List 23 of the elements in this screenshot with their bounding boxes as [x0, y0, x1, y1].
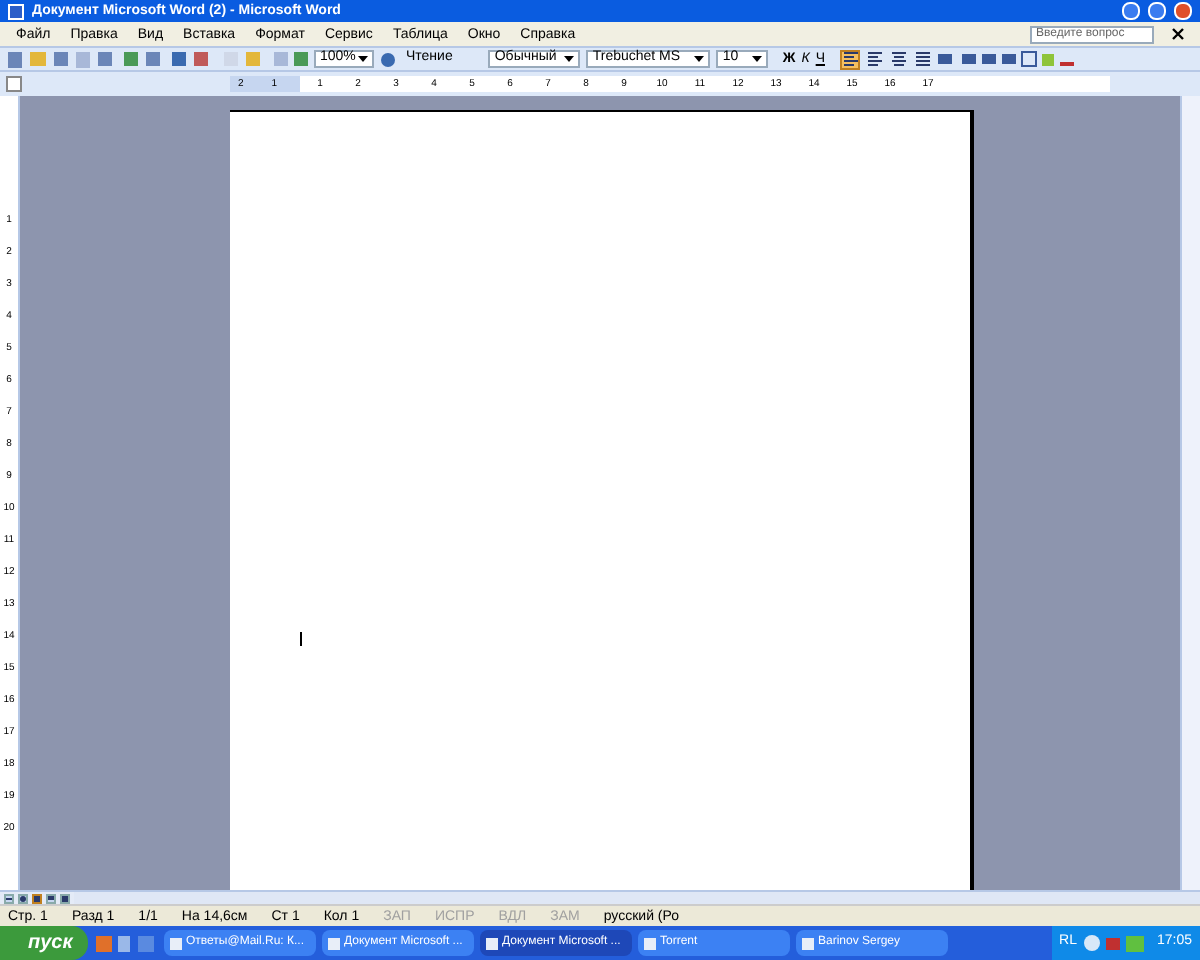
text-cursor	[300, 632, 302, 646]
tray-icons-drawing[interactable]	[1084, 934, 1149, 952]
maximize-button[interactable]	[1148, 2, 1166, 20]
vertical-scrollbar[interactable]	[1180, 96, 1200, 890]
quick-launch-icons-drawing[interactable]	[96, 933, 156, 953]
help-icon[interactable]	[380, 51, 396, 67]
caret-icon	[564, 56, 575, 62]
horizontal-scrollbar[interactable]	[74, 892, 1200, 904]
caret-icon	[358, 56, 368, 62]
word-app-icon	[8, 3, 24, 19]
align-left-button[interactable]	[839, 49, 859, 69]
caret-icon	[752, 56, 763, 62]
toolbar-icons-drawing[interactable]	[8, 50, 308, 68]
align-justify-button[interactable]	[911, 49, 931, 69]
close-icon[interactable]	[1172, 28, 1184, 40]
start-button[interactable]: пуск	[0, 926, 88, 960]
list-border-color-icons-drawing[interactable]	[937, 50, 1073, 68]
align-right-button[interactable]	[887, 49, 907, 69]
tab-selector-icon[interactable]	[6, 76, 22, 92]
minimize-button[interactable]	[1122, 2, 1140, 20]
align-center-button[interactable]	[863, 49, 883, 69]
close-button[interactable]	[1174, 2, 1192, 20]
caret-icon	[694, 56, 705, 62]
